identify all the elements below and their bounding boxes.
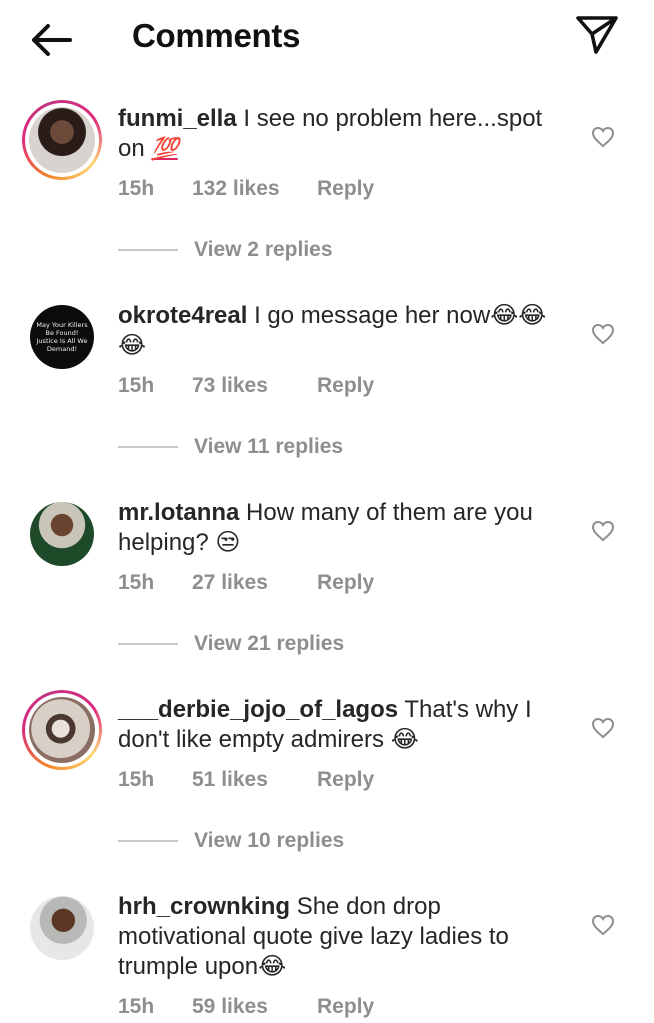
avatar[interactable] (22, 690, 102, 770)
profile-photo (30, 502, 94, 566)
divider-line (118, 249, 178, 251)
avatar-caption: May Your Killers Be Found! Justice Is Al… (36, 321, 88, 353)
reply-button[interactable]: Reply (317, 374, 374, 398)
back-button[interactable] (26, 20, 76, 60)
comment-body: I go message her now (254, 302, 491, 329)
page-title: Comments (132, 17, 301, 54)
avatar[interactable] (22, 100, 102, 180)
share-button[interactable] (574, 14, 620, 56)
comment-likes[interactable]: 51 likes (192, 768, 317, 792)
heart-icon[interactable] (591, 520, 615, 542)
profile-photo (30, 896, 94, 960)
heart-icon[interactable] (591, 126, 615, 148)
arrow-left-icon (32, 24, 72, 56)
comment-text: okrote4real I go message her now😂😂😂 (118, 301, 573, 361)
comment-meta: 15h 132 likes Reply (118, 177, 374, 201)
comment-time: 15h (118, 177, 155, 200)
comment-likes[interactable]: 73 likes (192, 374, 317, 398)
comment-time: 15h (118, 374, 155, 397)
view-replies-label: View 2 replies (194, 238, 333, 261)
comment-username[interactable]: mr.lotanna (118, 499, 239, 526)
view-replies-button[interactable]: View 2 replies (118, 238, 333, 262)
reply-button[interactable]: Reply (317, 768, 374, 792)
avatar[interactable] (22, 494, 102, 574)
avatar[interactable]: May Your Killers Be Found! Justice Is Al… (22, 297, 102, 377)
view-replies-label: View 10 replies (194, 829, 345, 852)
divider-line (118, 643, 178, 645)
hundred-points-emoji: 💯 (151, 136, 178, 161)
view-replies-button[interactable]: View 11 replies (118, 435, 343, 459)
paper-plane-icon (576, 16, 618, 54)
view-replies-label: View 21 replies (194, 632, 345, 655)
comment-text: ___derbie_jojo_of_lagos That's why I don… (118, 695, 573, 755)
comment-meta: 15h 51 likes Reply (118, 768, 374, 792)
laughing-emoji: 😂 (258, 953, 287, 980)
comment-username[interactable]: funmi_ella (118, 105, 237, 132)
profile-photo (29, 697, 95, 763)
comment-username[interactable]: okrote4real (118, 302, 247, 329)
heart-icon[interactable] (591, 914, 615, 936)
unamused-emoji: 😒 (215, 529, 241, 556)
reply-button[interactable]: Reply (317, 571, 374, 595)
profile-photo (29, 107, 95, 173)
comment-likes[interactable]: 59 likes (192, 995, 317, 1019)
comment-time: 15h (118, 768, 155, 791)
comment-text: funmi_ella I see no problem here...spot … (118, 104, 573, 164)
view-replies-button[interactable]: View 10 replies (118, 829, 344, 853)
reply-button[interactable]: Reply (317, 995, 374, 1019)
comment-likes[interactable]: 27 likes (192, 571, 317, 595)
avatar[interactable] (22, 888, 102, 968)
comment-text: hrh_crownking She don drop motivational … (118, 892, 573, 982)
comment-username[interactable]: hrh_crownking (118, 893, 290, 920)
divider-line (118, 840, 178, 842)
divider-line (118, 446, 178, 448)
comment-time: 15h (118, 995, 155, 1018)
heart-icon[interactable] (591, 717, 615, 739)
laughing-emoji: 😂 (390, 726, 419, 753)
header-bar: Comments (0, 0, 654, 78)
comment-meta: 15h 27 likes Reply (118, 571, 374, 595)
view-replies-label: View 11 replies (194, 435, 344, 458)
comment-meta: 15h 59 likes Reply (118, 995, 374, 1019)
comment-likes[interactable]: 132 likes (192, 177, 317, 201)
comment-meta: 15h 73 likes Reply (118, 374, 374, 398)
profile-photo: May Your Killers Be Found! Justice Is Al… (30, 305, 94, 369)
comment-username[interactable]: ___derbie_jojo_of_lagos (118, 696, 398, 723)
heart-icon[interactable] (591, 323, 615, 345)
comment-text: mr.lotanna How many of them are you help… (118, 498, 573, 558)
reply-button[interactable]: Reply (317, 177, 374, 201)
view-replies-button[interactable]: View 21 replies (118, 632, 344, 656)
comment-time: 15h (118, 571, 155, 594)
